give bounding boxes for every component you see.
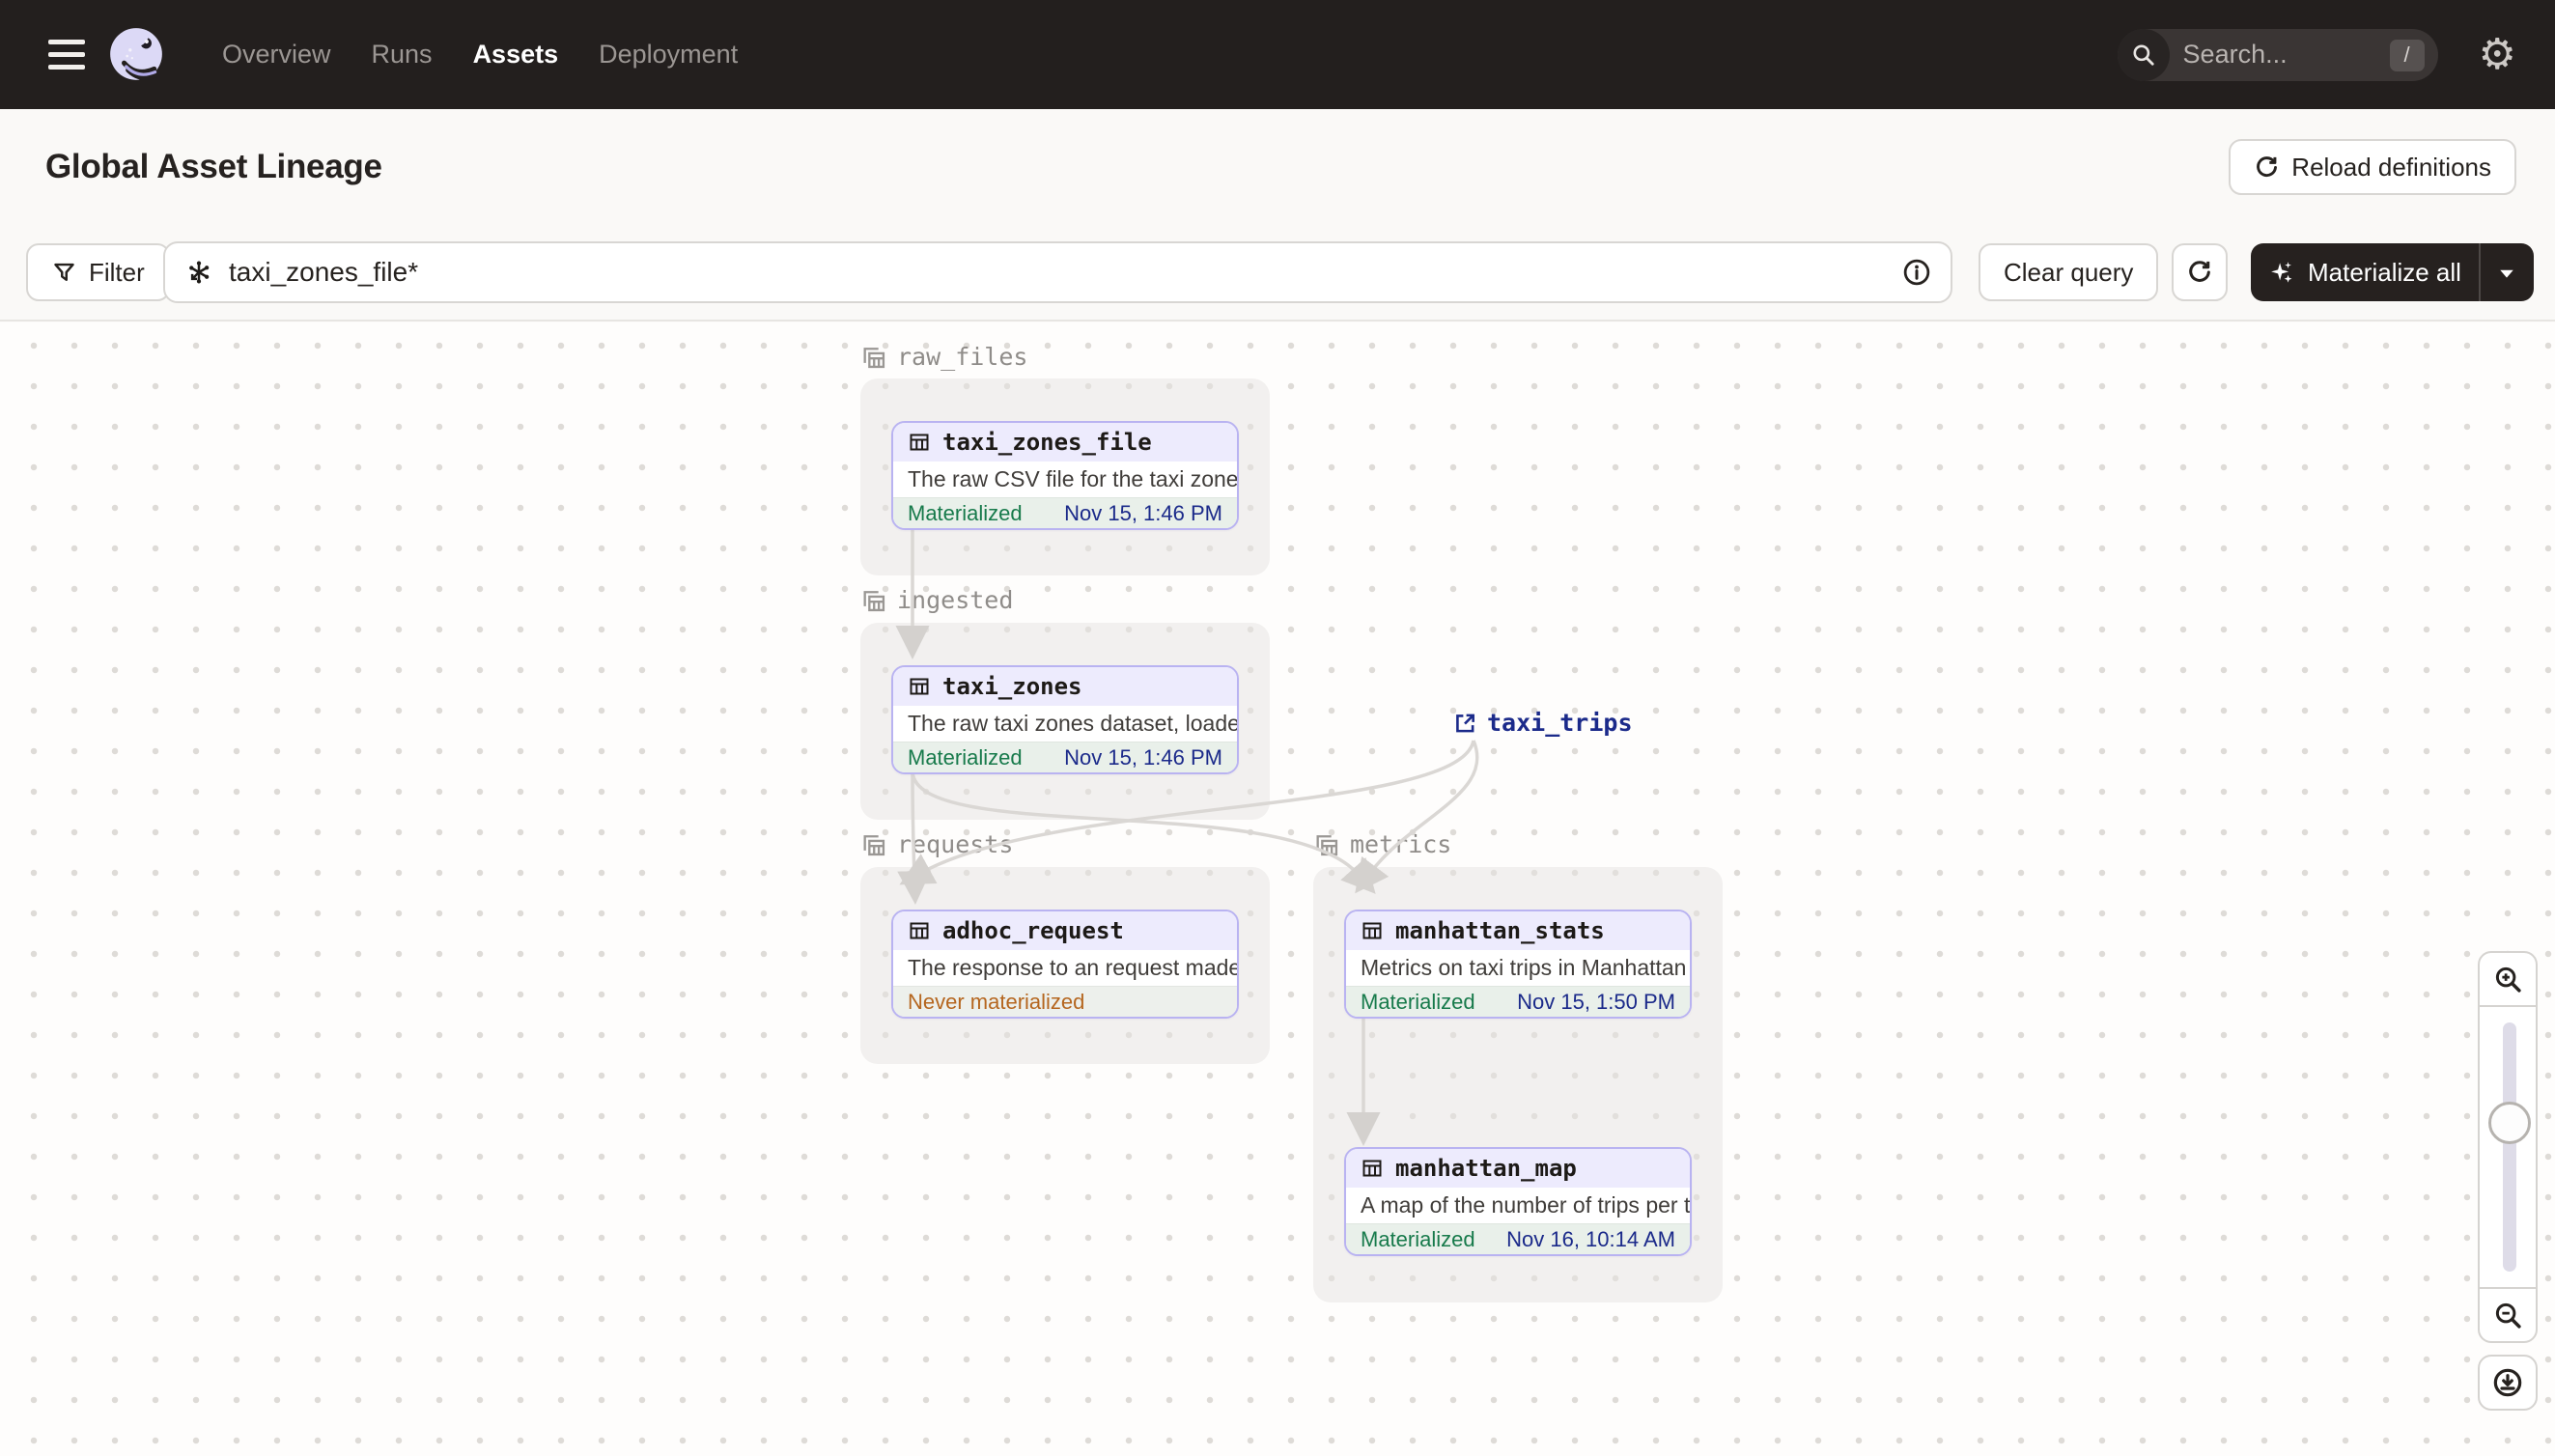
stacked-tables-icon — [863, 590, 885, 611]
page-header: Global Asset Lineage Reload definitions — [0, 109, 2555, 225]
status-label: Materialized — [1361, 1226, 1475, 1251]
magnifier-minus-icon — [2495, 1302, 2521, 1329]
asset-name: taxi_zones — [942, 673, 1082, 700]
reload-definitions-button[interactable]: Reload definitions — [2229, 139, 2516, 195]
dagster-logo-icon[interactable] — [106, 25, 166, 85]
table-icon — [910, 922, 929, 939]
asset-description: A map of the number of trips per taxi z.… — [1346, 1188, 1690, 1223]
nav-item-overview[interactable]: Overview — [222, 40, 331, 70]
materialization-timestamp: Nov 15, 1:46 PM — [1064, 744, 1222, 770]
clear-query-button[interactable]: Clear query — [1979, 243, 2159, 301]
nav-item-assets[interactable]: Assets — [473, 40, 559, 70]
zoom-slider-thumb[interactable] — [2488, 1102, 2531, 1144]
stacked-tables-icon — [863, 347, 885, 368]
table-icon — [1362, 1160, 1382, 1177]
group-label-metrics[interactable]: metrics — [1313, 830, 1451, 858]
stacked-tables-icon — [1316, 834, 1338, 855]
zoom-controls — [2478, 951, 2538, 1411]
search-shortcut-key: / — [2389, 39, 2425, 71]
magnifier-plus-icon — [2495, 966, 2521, 993]
zoom-slider-track[interactable] — [2503, 1022, 2516, 1272]
status-label: Materialized — [908, 500, 1023, 525]
search-icon — [2117, 28, 2170, 81]
materialization-timestamp: Nov 15, 1:50 PM — [1517, 989, 1675, 1014]
materialization-timestamp: Nov 16, 10:14 AM — [1506, 1226, 1675, 1251]
materialize-all-label: Materialize all — [2308, 257, 2461, 287]
reload-icon — [2257, 154, 2278, 177]
page-title: Global Asset Lineage — [45, 148, 382, 185]
sparkle-icon — [2271, 261, 2292, 283]
status-label: Materialized — [908, 744, 1023, 770]
materialize-dropdown-button[interactable] — [2478, 243, 2533, 301]
filter-label: Filter — [89, 257, 145, 287]
asset-description: The response to an request made in th... — [893, 950, 1237, 986]
search-box[interactable]: / — [2117, 28, 2438, 81]
asset-node-adhoc-request[interactable]: adhoc_request The response to an request… — [891, 910, 1239, 1019]
download-icon — [2493, 1368, 2522, 1397]
funnel-icon — [54, 263, 74, 281]
lineage-edges — [895, 528, 1479, 1146]
asset-query-input[interactable] — [229, 257, 1902, 288]
menu-icon[interactable] — [48, 40, 85, 70]
lineage-canvas[interactable]: raw_files ingested requests metrics taxi… — [0, 323, 2555, 1456]
external-asset-taxi-trips[interactable]: taxi_trips — [1452, 709, 1633, 737]
materialize-all-split-button: Materialize all — [2251, 243, 2534, 301]
search-input[interactable] — [2182, 40, 2367, 70]
materialize-all-button[interactable]: Materialize all — [2251, 243, 2479, 301]
settings-gear-icon[interactable]: ⚙︎ — [2479, 33, 2516, 76]
primary-nav: Overview Runs Assets Deployment — [222, 40, 738, 70]
table-icon — [1362, 922, 1382, 939]
info-icon[interactable] — [1902, 258, 1931, 287]
filter-button[interactable]: Filter — [26, 243, 170, 301]
asset-name: manhattan_stats — [1395, 917, 1605, 944]
refresh-button[interactable] — [2172, 243, 2228, 301]
table-icon — [910, 678, 929, 695]
zoom-out-button[interactable] — [2478, 1287, 2538, 1343]
graph-query-icon — [187, 260, 211, 285]
nav-item-runs[interactable]: Runs — [372, 40, 433, 70]
asset-node-manhattan-map[interactable]: manhattan_map A map of the number of tri… — [1344, 1147, 1692, 1256]
refresh-icon — [2189, 260, 2210, 282]
external-link-icon — [1456, 714, 1474, 732]
nav-item-deployment[interactable]: Deployment — [599, 40, 738, 70]
asset-name: manhattan_map — [1395, 1155, 1577, 1182]
lineage-toolbar: Filter Clear query Materialize all — [0, 225, 2555, 322]
asset-node-taxi-zones[interactable]: taxi_zones The raw taxi zones dataset, l… — [891, 665, 1239, 774]
status-label: Never materialized — [908, 989, 1085, 1014]
asset-node-taxi-zones-file[interactable]: taxi_zones_file The raw CSV file for the… — [891, 421, 1239, 530]
group-label-ingested[interactable]: ingested — [860, 586, 1013, 614]
asset-description: Metrics on taxi trips in Manhattan — [1346, 950, 1690, 986]
caret-down-icon — [2500, 269, 2513, 278]
group-label-raw-files[interactable]: raw_files — [860, 343, 1027, 371]
download-image-button[interactable] — [2478, 1355, 2538, 1411]
dagster-global-asset-lineage: Overview Runs Assets Deployment / ⚙︎ Glo… — [0, 0, 2555, 1456]
asset-description: The raw CSV file for the taxi zones dat.… — [893, 462, 1237, 497]
status-label: Materialized — [1361, 989, 1475, 1014]
table-icon — [910, 434, 929, 451]
group-label-requests[interactable]: requests — [860, 830, 1013, 858]
zoom-in-button[interactable] — [2478, 951, 2538, 1007]
top-nav: Overview Runs Assets Deployment / ⚙︎ — [0, 0, 2555, 109]
asset-name: taxi_zones_file — [942, 429, 1152, 456]
asset-node-manhattan-stats[interactable]: manhattan_stats Metrics on taxi trips in… — [1344, 910, 1692, 1019]
asset-name: adhoc_request — [942, 917, 1124, 944]
clear-query-label: Clear query — [2004, 257, 2134, 287]
materialization-timestamp: Nov 15, 1:46 PM — [1064, 500, 1222, 525]
asset-description: The raw taxi zones dataset, loaded int..… — [893, 706, 1237, 742]
stacked-tables-icon — [863, 834, 885, 855]
reload-definitions-label: Reload definitions — [2291, 152, 2491, 182]
zoom-slider — [2478, 1007, 2538, 1287]
asset-query-field — [163, 241, 1952, 303]
